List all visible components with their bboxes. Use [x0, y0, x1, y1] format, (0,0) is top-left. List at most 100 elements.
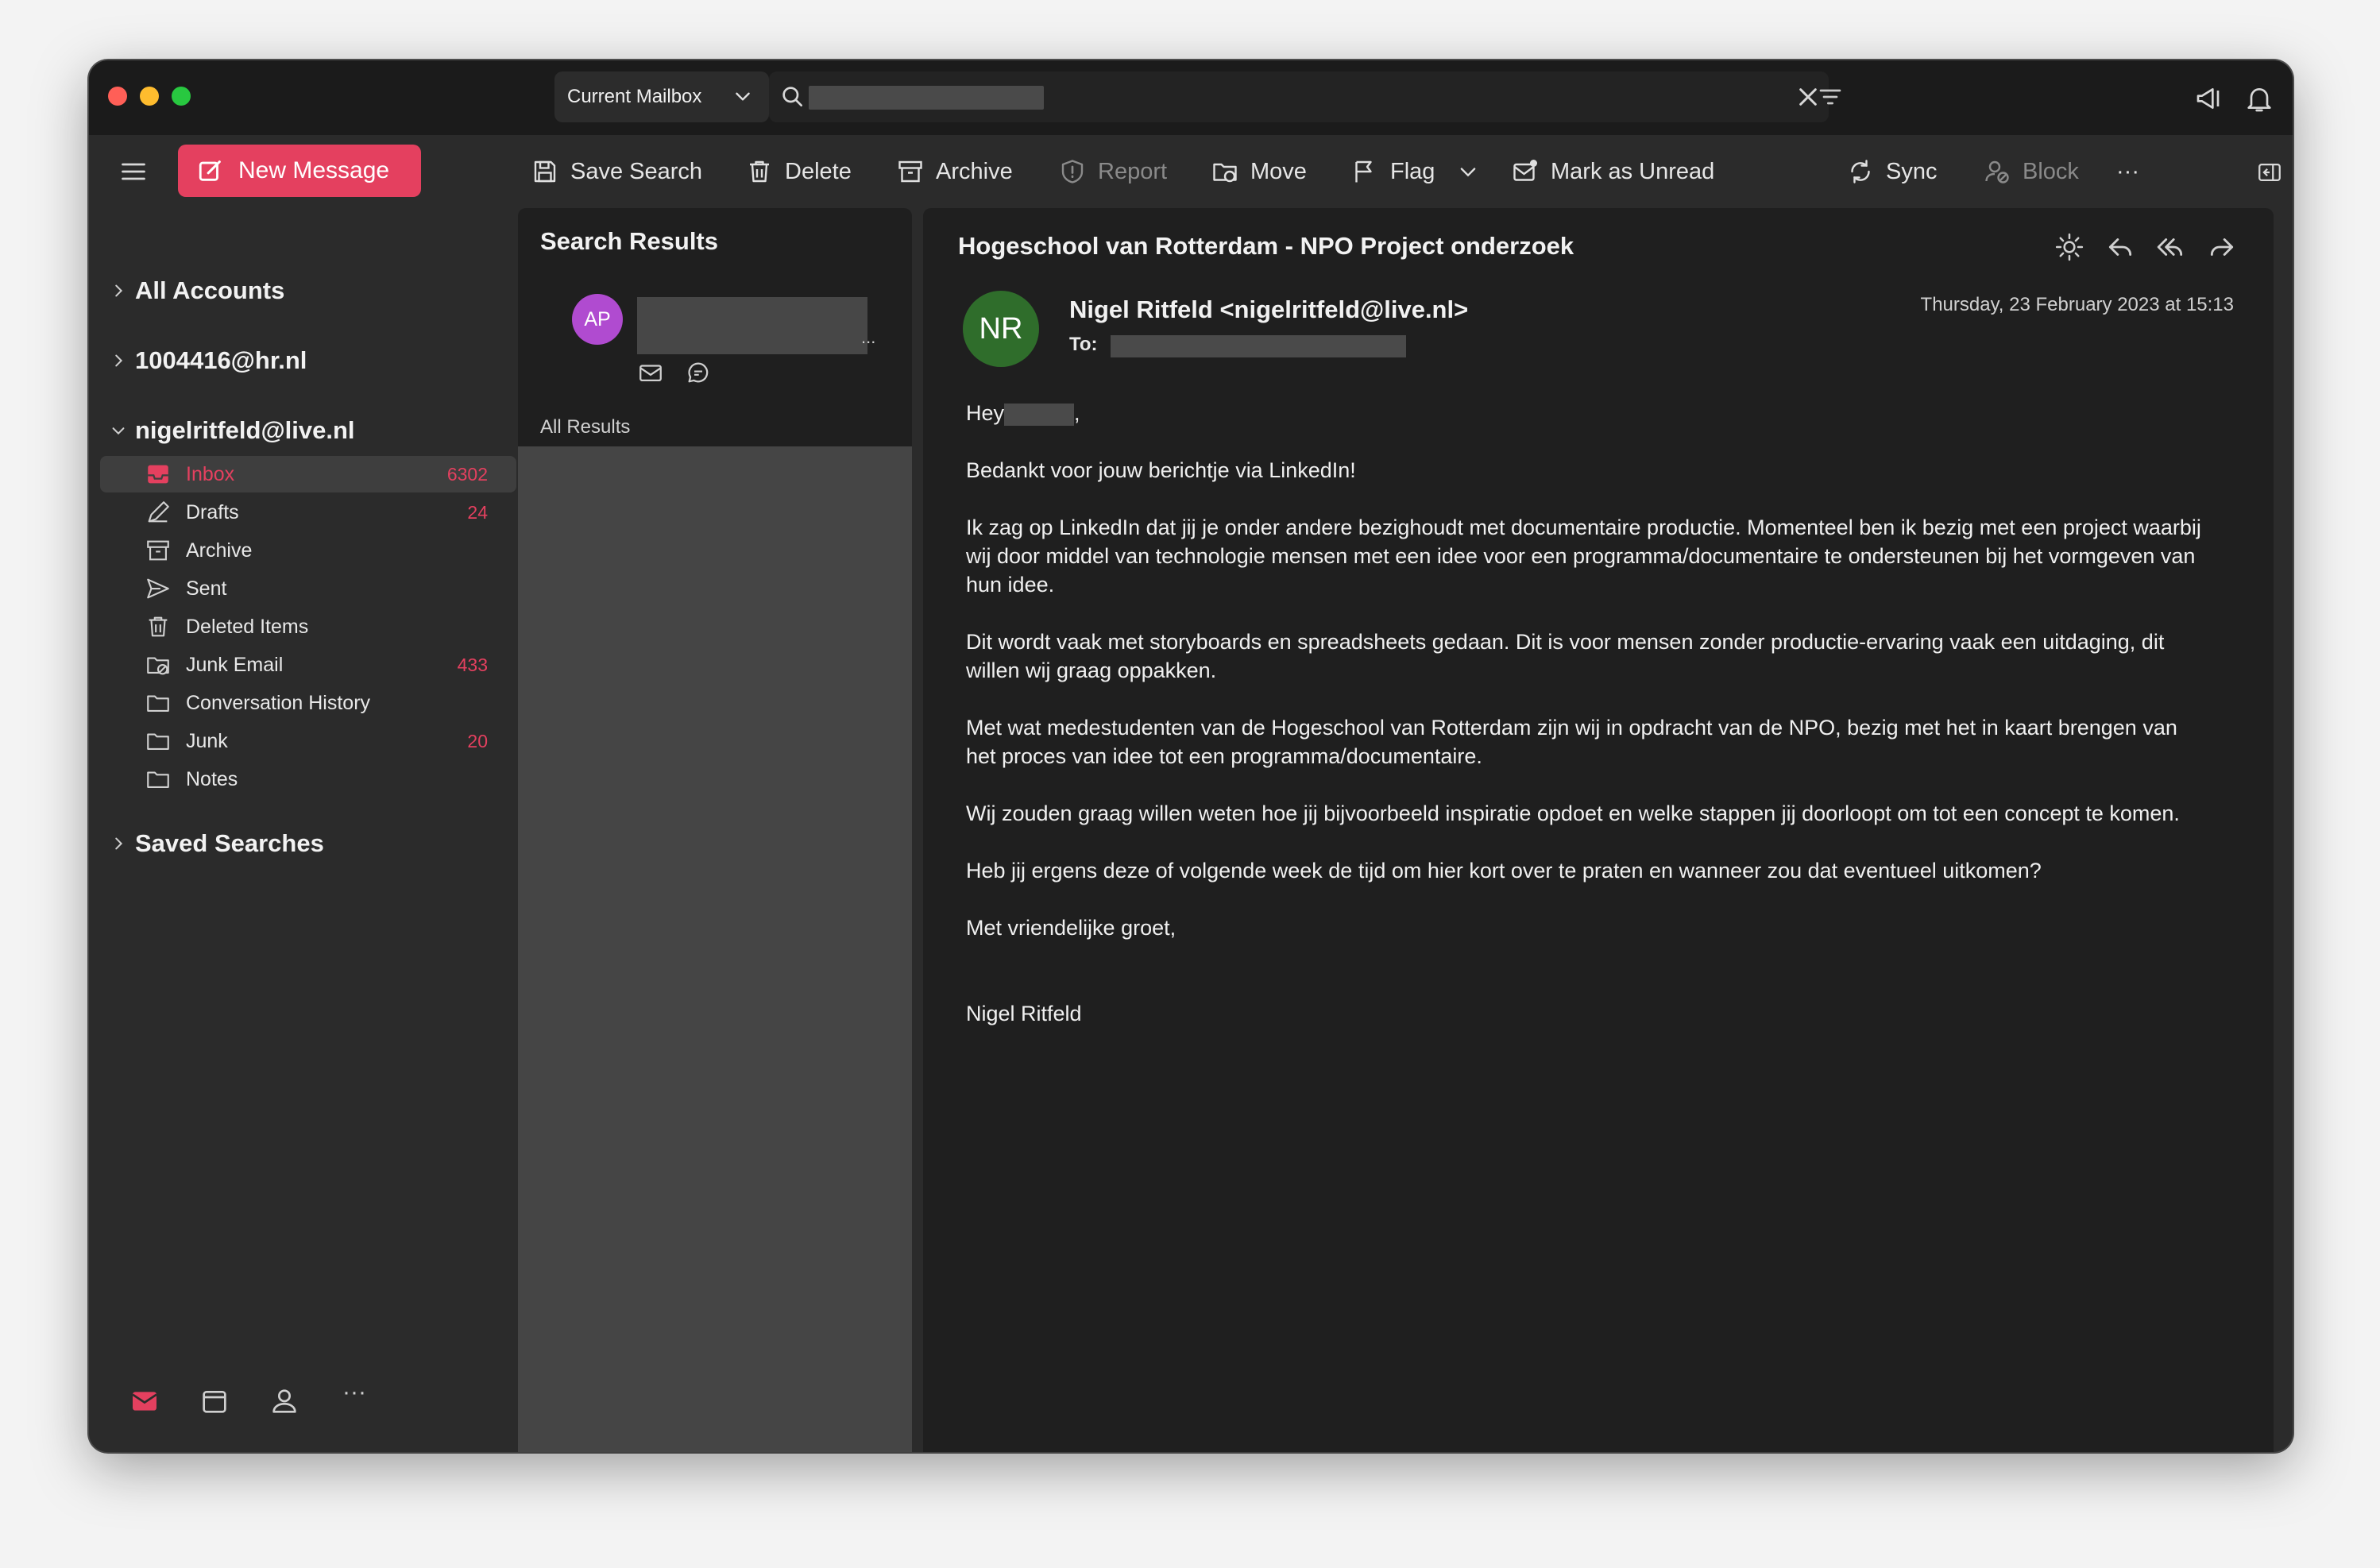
block-button[interactable]: Block [1983, 153, 2079, 191]
inbox-icon [145, 461, 172, 488]
chevron-right-icon [110, 352, 127, 369]
clear-search-icon[interactable] [1795, 84, 1821, 110]
folder-label: Sent [186, 577, 227, 600]
search-field[interactable] [769, 71, 1841, 122]
folder-label: Drafts [186, 500, 239, 523]
recipient-redacted [1111, 335, 1406, 357]
chevron-down-icon [732, 86, 753, 106]
new-message-label: New Message [238, 157, 390, 183]
search-query-redacted [809, 86, 1044, 110]
all-results-header[interactable]: All Results [540, 416, 630, 438]
pencil-icon [145, 499, 172, 526]
new-message-button[interactable]: New Message [178, 145, 421, 197]
folder-archive[interactable]: Archive [100, 532, 516, 569]
hamburger-menu-icon[interactable] [119, 157, 148, 186]
reading-pane: Hogeschool van Rotterdam - NPO Project o… [923, 208, 2274, 1452]
junk-folder-icon [145, 651, 172, 678]
folder-icon [145, 766, 172, 793]
delete-label: Delete [785, 158, 852, 184]
mark-as-unread-button[interactable]: Mark as Unread [1511, 153, 1714, 191]
message-list-pane: Search Results AP ... All Results [518, 208, 912, 1452]
save-icon [531, 157, 559, 186]
sync-button[interactable]: Sync [1846, 153, 1937, 191]
move-button[interactable]: Move [1211, 153, 1307, 191]
account-live-group[interactable]: nigelritfeld@live.nl [112, 416, 355, 445]
folder-junk[interactable]: Junk 20 [100, 723, 516, 759]
folder-label: Deleted Items [186, 615, 309, 638]
body-paragraph: Heb jij ergens deze of volgende week de … [966, 859, 2042, 882]
saved-searches-label: Saved Searches [135, 829, 324, 857]
folder-deleted-items[interactable]: Deleted Items [100, 608, 516, 645]
folder-label: Junk Email [186, 653, 284, 676]
reply-icon[interactable] [2105, 232, 2135, 262]
recipient-label: To: [1069, 334, 1098, 355]
folder-sidebar: All Accounts 1004416@hr.nl nigelritfeld@… [89, 208, 518, 1452]
outlook-window: Current Mailbox New Message Save Search … [89, 60, 2293, 1452]
folder-inbox[interactable]: Inbox 6302 [100, 456, 516, 492]
sender-name[interactable]: Nigel Ritfeld <nigelritfeld@live.nl> [1069, 295, 1468, 324]
trash-icon [745, 157, 774, 186]
body-paragraph: Met wat medestudenten van de Hogeschool … [966, 716, 2177, 768]
unread-count: 20 [467, 730, 488, 751]
account-hr-label: 1004416@hr.nl [135, 346, 307, 374]
brightness-toggle-icon[interactable] [2054, 232, 2084, 262]
compose-icon [197, 157, 224, 184]
account-hr-group[interactable]: 1004416@hr.nl [115, 346, 307, 375]
chevron-right-icon [110, 835, 127, 852]
chevron-down-icon [110, 422, 127, 439]
body-paragraph: Bedankt voor jouw berichtje via LinkedIn… [966, 458, 1356, 482]
mailbox-scope-dropdown[interactable]: Current Mailbox [554, 71, 769, 122]
account-live-label: nigelritfeld@live.nl [135, 416, 355, 444]
block-label: Block [2023, 158, 2079, 184]
zoom-window-button[interactable] [172, 87, 191, 106]
folder-sent[interactable]: Sent [100, 570, 516, 607]
mail-module-icon[interactable] [129, 1385, 160, 1417]
report-label: Report [1098, 158, 1168, 184]
folder-notes[interactable]: Notes [100, 761, 516, 798]
body-paragraph: Wij zouden graag willen weten hoe jij bi… [966, 801, 2180, 825]
saved-searches-group[interactable]: Saved Searches [115, 829, 324, 858]
save-search-button[interactable]: Save Search [531, 153, 702, 191]
sender-avatar[interactable]: NR [963, 291, 1039, 367]
folder-junk-email[interactable]: Junk Email 433 [100, 647, 516, 683]
folder-label: Junk [186, 729, 228, 752]
flag-options-chevron-icon[interactable] [1457, 160, 1479, 183]
folder-drafts[interactable]: Drafts 24 [100, 494, 516, 531]
close-window-button[interactable] [108, 87, 127, 106]
filter-icon[interactable] [1818, 84, 1843, 110]
people-module-icon[interactable] [269, 1385, 300, 1417]
email-body: Hey, Bedankt voor jouw berichtje via Lin… [966, 399, 2205, 1056]
trash-icon [145, 613, 172, 640]
closing-line: Met vriendelijke groet, [966, 916, 1176, 940]
forward-icon[interactable] [2207, 232, 2237, 262]
archive-button[interactable]: Archive [896, 153, 1013, 191]
envelope-icon [637, 359, 664, 386]
more-modules-button[interactable]: ··· [338, 1379, 370, 1411]
flag-button[interactable]: Flag [1350, 153, 1435, 191]
folder-icon [145, 728, 172, 755]
bell-icon[interactable] [2243, 83, 2275, 114]
search-results-title: Search Results [540, 227, 718, 255]
archive-icon [896, 157, 925, 186]
folder-conversation-history[interactable]: Conversation History [100, 685, 516, 721]
move-label: Move [1250, 158, 1307, 184]
all-accounts-group[interactable]: All Accounts [115, 276, 284, 305]
folder-label: Inbox [186, 462, 235, 485]
calendar-module-icon[interactable] [199, 1385, 230, 1417]
send-icon [145, 575, 172, 602]
archive-label: Archive [936, 158, 1013, 184]
flag-label: Flag [1390, 158, 1435, 184]
flag-icon [1350, 157, 1379, 186]
report-button[interactable]: Report [1058, 153, 1167, 191]
folder-label: Conversation History [186, 691, 371, 714]
toggle-reading-pane-icon[interactable] [2256, 159, 2283, 186]
more-actions-button[interactable]: ··· [2116, 153, 2139, 191]
unread-count: 24 [467, 501, 488, 523]
save-search-label: Save Search [570, 158, 703, 184]
delete-button[interactable]: Delete [745, 153, 852, 191]
megaphone-icon[interactable] [2194, 83, 2226, 114]
reply-all-icon[interactable] [2156, 232, 2186, 262]
email-date: Thursday, 23 February 2023 at 15:13 [1920, 294, 2234, 315]
signature: Nigel Ritfeld [966, 1002, 1082, 1025]
minimize-window-button[interactable] [140, 87, 159, 106]
